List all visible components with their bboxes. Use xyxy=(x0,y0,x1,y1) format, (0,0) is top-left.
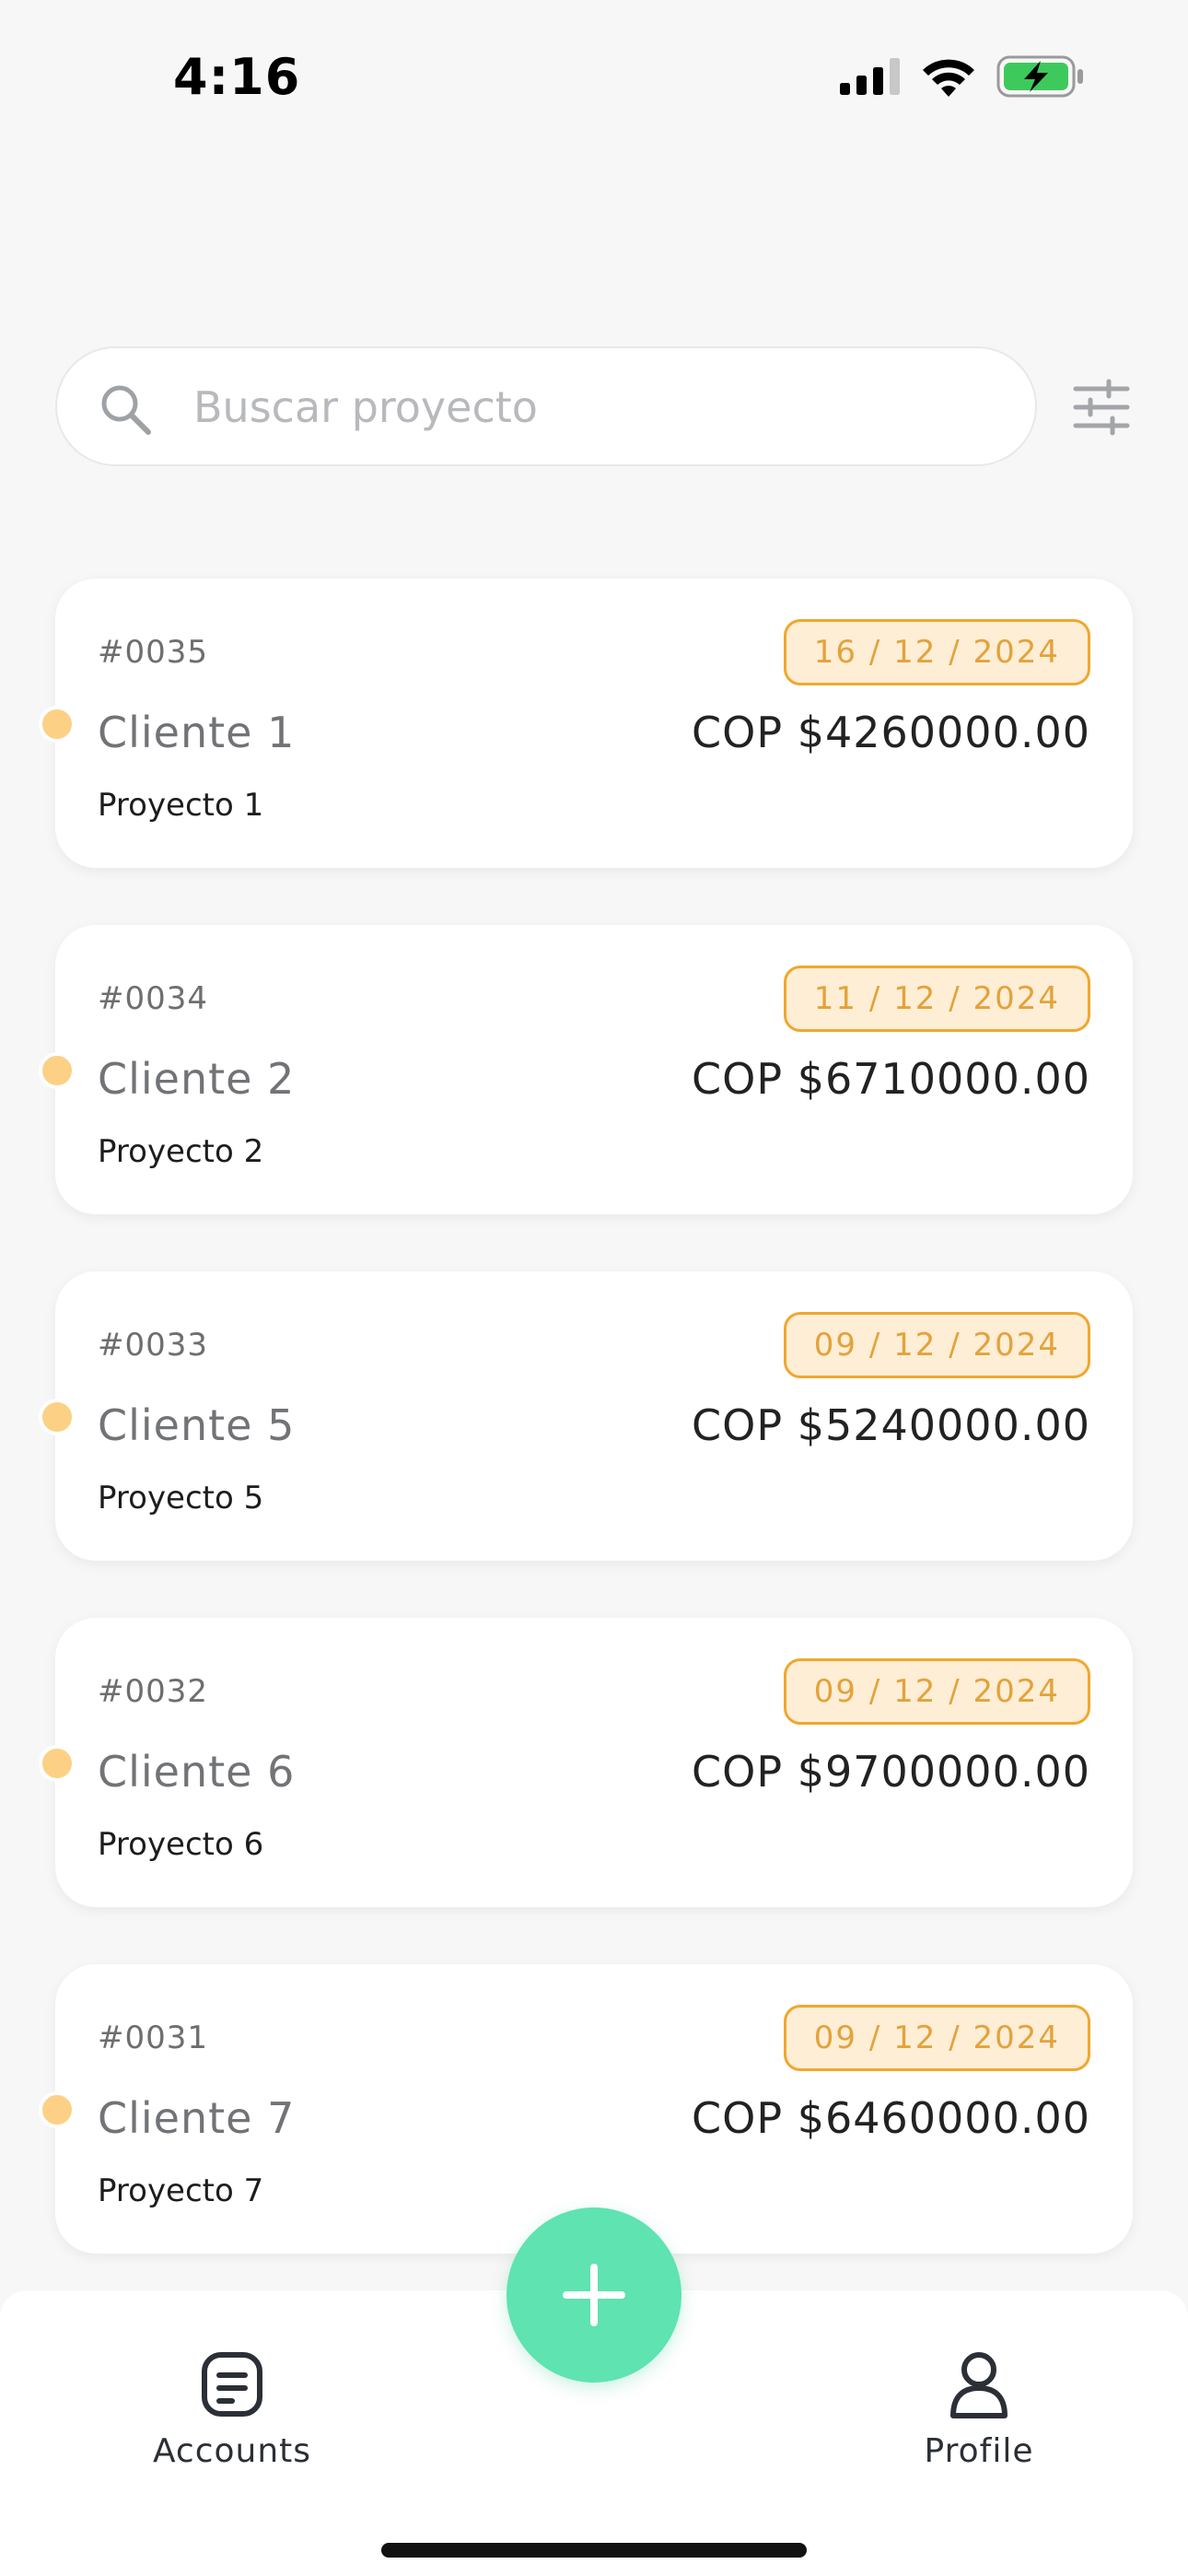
date-badge: 11 / 12 / 2024 xyxy=(783,966,1090,1032)
date-badge: 09 / 12 / 2024 xyxy=(783,2005,1090,2071)
client-name: Cliente 7 xyxy=(98,2093,296,2143)
search-icon xyxy=(101,385,151,435)
nav-label-profile: Profile xyxy=(924,2432,1034,2470)
status-time: 4:16 xyxy=(173,48,301,106)
search-input[interactable] xyxy=(192,365,1006,450)
project-number: #0032 xyxy=(98,1673,209,1710)
project-name: Proyecto 1 xyxy=(98,787,264,824)
search-row xyxy=(55,346,1133,466)
nav-item-profile[interactable]: Profile xyxy=(859,2348,1099,2470)
project-card[interactable]: #0033 09 / 12 / 2024 Cliente 5 COP $5240… xyxy=(39,1271,1133,1561)
date-badge: 16 / 12 / 2024 xyxy=(783,619,1090,685)
project-card[interactable]: #0034 11 / 12 / 2024 Cliente 2 COP $6710… xyxy=(39,925,1133,1214)
project-name: Proyecto 2 xyxy=(98,1133,264,1170)
status-dot xyxy=(39,706,76,743)
client-name: Cliente 5 xyxy=(98,1400,296,1450)
nav-item-accounts[interactable]: Accounts xyxy=(112,2348,352,2470)
status-icons xyxy=(840,55,1085,98)
cellular-signal-icon xyxy=(840,58,900,95)
home-indicator xyxy=(381,2543,807,2558)
project-number: #0031 xyxy=(98,2020,209,2056)
add-project-button[interactable] xyxy=(507,2207,681,2383)
filter-sliders-icon[interactable] xyxy=(1072,378,1131,437)
status-dot xyxy=(39,1745,76,1782)
search-box[interactable] xyxy=(55,346,1037,466)
nav-label-accounts: Accounts xyxy=(152,2432,312,2470)
battery-charging-icon xyxy=(996,55,1083,98)
project-name: Proyecto 6 xyxy=(98,1826,264,1863)
plus-icon xyxy=(563,2264,625,2326)
project-number: #0034 xyxy=(98,980,209,1017)
project-amount: COP $9700000.00 xyxy=(692,1747,1090,1797)
client-name: Cliente 1 xyxy=(98,708,296,757)
client-name: Cliente 6 xyxy=(98,1747,296,1797)
project-name: Proyecto 5 xyxy=(98,1480,264,1516)
project-name: Proyecto 7 xyxy=(98,2172,264,2209)
project-number: #0035 xyxy=(98,634,209,671)
status-dot xyxy=(39,1399,76,1435)
status-bar: 4:16 xyxy=(0,0,1188,157)
status-dot xyxy=(39,2091,76,2128)
date-badge: 09 / 12 / 2024 xyxy=(783,1312,1090,1378)
document-list-icon xyxy=(202,2352,262,2417)
project-number: #0033 xyxy=(98,1327,209,1364)
project-amount: COP $6710000.00 xyxy=(692,1054,1090,1104)
status-dot xyxy=(39,1052,76,1089)
project-amount: COP $4260000.00 xyxy=(692,708,1090,757)
project-card[interactable]: #0032 09 / 12 / 2024 Cliente 6 COP $9700… xyxy=(39,1618,1133,1907)
project-amount: COP $5240000.00 xyxy=(692,1400,1090,1450)
project-card[interactable]: #0035 16 / 12 / 2024 Cliente 1 COP $4260… xyxy=(39,579,1133,868)
user-icon xyxy=(950,2352,1007,2418)
project-amount: COP $6460000.00 xyxy=(692,2093,1090,2143)
wifi-icon xyxy=(923,59,974,97)
client-name: Cliente 2 xyxy=(98,1054,296,1104)
date-badge: 09 / 12 / 2024 xyxy=(783,1658,1090,1725)
